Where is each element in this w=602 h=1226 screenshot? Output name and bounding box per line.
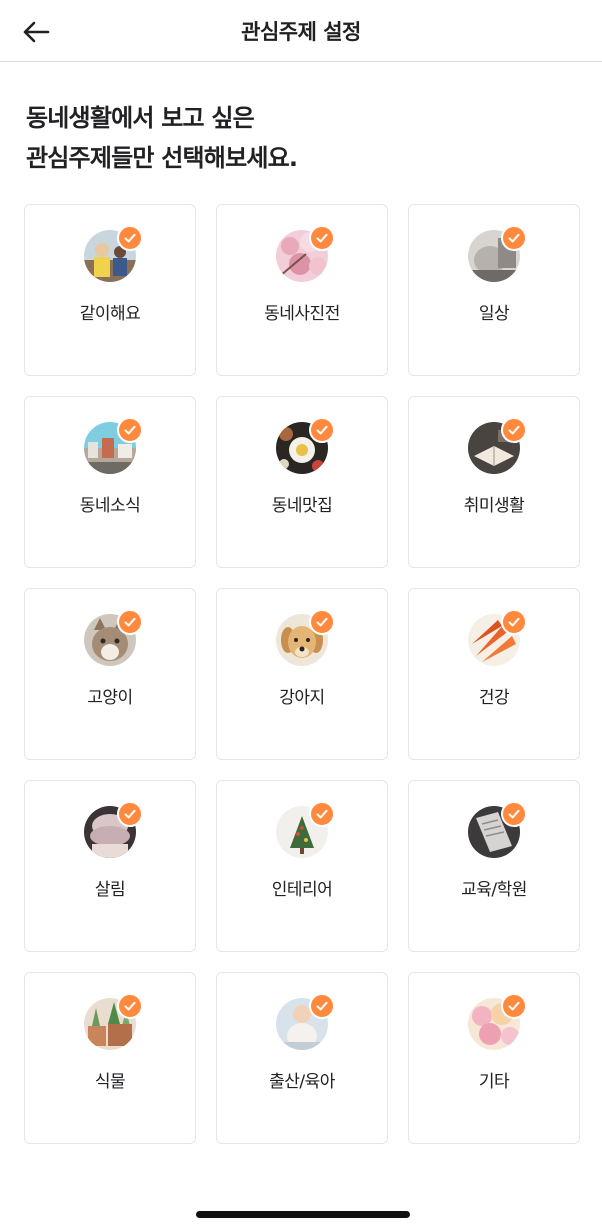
home-indicator[interactable] [196,1211,410,1218]
topic-card-restaurants[interactable]: 동네맛집 [216,396,388,568]
app-header: 관심주제 설정 [0,0,602,62]
topic-card-other[interactable]: 기타 [408,972,580,1144]
topic-label: 동네사진전 [264,304,340,324]
checkmark-icon [117,609,143,635]
checkmark-icon [501,417,527,443]
topic-label: 같이해요 [79,304,141,324]
checkmark-icon [501,801,527,827]
topic-label: 동네소식 [79,496,141,516]
checkmark-icon [501,225,527,251]
topic-card-cats[interactable]: 고양이 [24,588,196,760]
checkmark-icon [309,993,335,1019]
topic-card-daily[interactable]: 일상 [408,204,580,376]
topic-label: 인테리어 [271,880,333,900]
topic-label: 살림 [94,880,126,900]
topic-card-plants[interactable]: 식물 [24,972,196,1144]
topic-card-hobbies[interactable]: 취미생활 [408,396,580,568]
checkmark-icon [117,417,143,443]
intro-line-1: 동네생활에서 보고 싶은 [26,104,255,132]
page-title: 관심주제 설정 [241,20,361,44]
topic-label: 건강 [478,688,510,708]
topic-card-local-news[interactable]: 동네소식 [24,396,196,568]
checkmark-icon [309,417,335,443]
topic-label: 출산/육아 [269,1072,335,1092]
checkmark-icon [117,225,143,251]
topic-card-housekeeping[interactable]: 살림 [24,780,196,952]
topic-card-parenting[interactable]: 출산/육아 [216,972,388,1144]
checkmark-icon [501,609,527,635]
topic-label: 고양이 [87,688,133,708]
checkmark-icon [117,801,143,827]
topic-card-health[interactable]: 건강 [408,588,580,760]
checkmark-icon [309,609,335,635]
topic-label: 강아지 [279,688,325,708]
topic-label: 일상 [478,304,510,324]
topic-grid: 같이해요 동네사진전 일상 동네소식 동네맛집 취미생활 고양이 강아지 건강 … [24,204,580,1144]
topic-card-education[interactable]: 교육/학원 [408,780,580,952]
topic-label: 식물 [94,1072,126,1092]
topic-label: 동네맛집 [271,496,333,516]
checkmark-icon [501,993,527,1019]
intro-line-2: 관심주제들만 선택해보세요. [26,144,298,172]
topic-label: 취미생활 [463,496,525,516]
topic-label: 교육/학원 [461,880,527,900]
topic-card-dogs[interactable]: 강아지 [216,588,388,760]
topic-card-interior[interactable]: 인테리어 [216,780,388,952]
topic-label: 기타 [478,1072,510,1092]
checkmark-icon [309,225,335,251]
checkmark-icon [309,801,335,827]
checkmark-icon [117,993,143,1019]
intro-heading: 동네생활에서 보고 싶은 관심주제들만 선택해보세요. [26,98,298,178]
topic-settings-screen: 관심주제 설정 동네생활에서 보고 싶은 관심주제들만 선택해보세요. 같이해요 [0,0,602,1226]
topic-card-together[interactable]: 같이해요 [24,204,196,376]
topic-card-photo-contest[interactable]: 동네사진전 [216,204,388,376]
